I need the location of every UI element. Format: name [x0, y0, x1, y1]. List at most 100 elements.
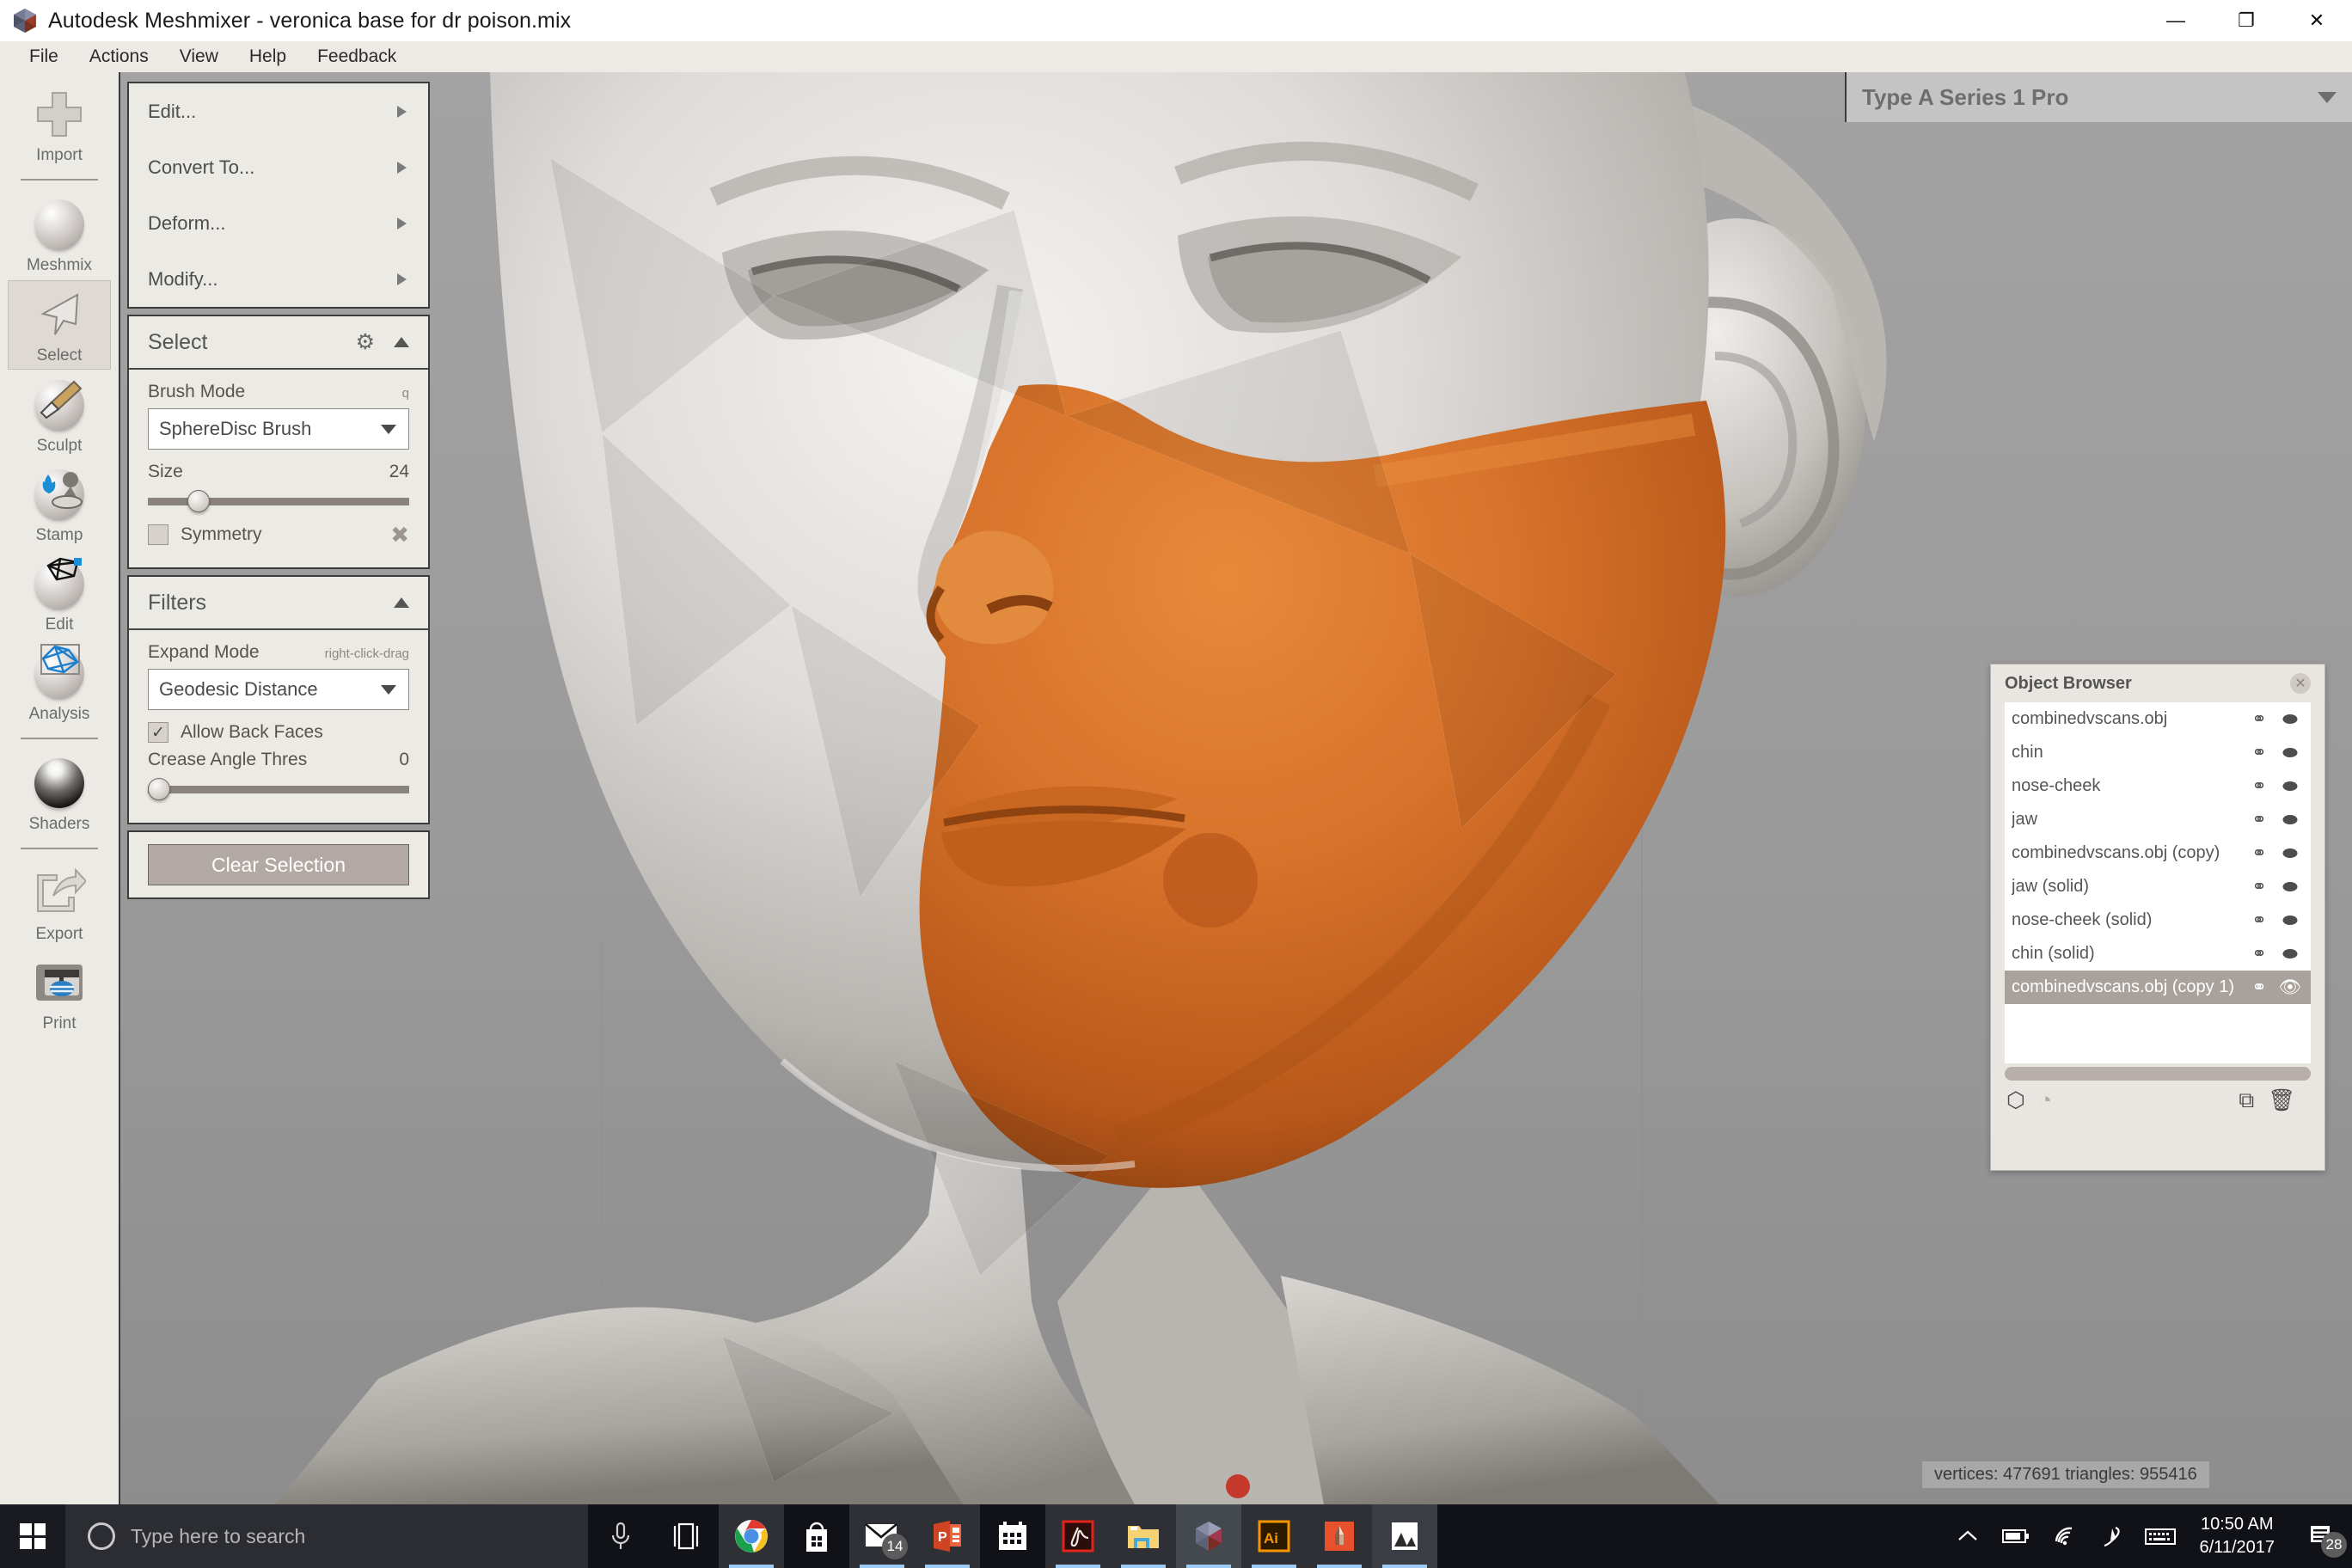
action-center-icon[interactable]: 28 [2290, 1504, 2352, 1568]
eye-closed-icon[interactable]: ⬬ [2275, 810, 2306, 830]
magnet-icon[interactable]: ⚭ [2244, 876, 2275, 897]
keyboard-icon[interactable] [2136, 1504, 2184, 1568]
brush-mode-select[interactable]: SphereDisc Brush [148, 408, 409, 450]
cube-icon[interactable]: ⬡ [2006, 1087, 2025, 1113]
object-row[interactable]: nose-cheek ⚭ ⬬ [2005, 769, 2311, 803]
eye-closed-icon[interactable]: ⬬ [2275, 944, 2306, 965]
expand-mode-select[interactable]: Geodesic Distance [148, 669, 409, 710]
symmetry-row[interactable]: Symmetry ✖ [148, 522, 409, 548]
wifi-icon[interactable] [2040, 1504, 2088, 1568]
printer-selector-bar[interactable]: Type A Series 1 Pro [1845, 72, 2352, 122]
object-row[interactable]: jaw ⚭ ⬬ [2005, 803, 2311, 836]
task-view-icon[interactable] [653, 1504, 719, 1568]
rail-item-sculpt[interactable]: Sculpt [8, 371, 111, 459]
pen-icon[interactable] [2088, 1504, 2136, 1568]
meshmixer-icon[interactable] [1176, 1504, 1241, 1568]
rail-item-shaders[interactable]: Shaders [8, 750, 111, 837]
object-row[interactable]: combinedvscans.obj (copy) ⚭ ⬬ [2005, 836, 2311, 870]
sketchable-icon[interactable] [1307, 1504, 1372, 1568]
file-explorer-icon[interactable] [1111, 1504, 1176, 1568]
eye-closed-icon[interactable]: ⬬ [2275, 709, 2306, 730]
action-convert-to[interactable]: Convert To... [129, 139, 428, 195]
microsoft-store-icon[interactable] [784, 1504, 849, 1568]
menu-view[interactable]: View [164, 43, 234, 70]
size-slider[interactable] [148, 488, 409, 514]
rail-item-export[interactable]: Export [8, 860, 111, 947]
show-hidden-icons-chevron[interactable] [1944, 1504, 1992, 1568]
object-row[interactable]: nose-cheek (solid) ⚭ ⬬ [2005, 903, 2311, 937]
object-row-selected[interactable]: combinedvscans.obj (copy 1) ⚭ 👁 [2005, 971, 2311, 1004]
rail-item-import[interactable]: Import [8, 81, 111, 168]
object-browser-scrollbar[interactable] [2005, 1067, 2311, 1081]
crease-angle-slider-knob[interactable] [148, 778, 170, 800]
close-circle-icon[interactable]: ✕ [2290, 673, 2311, 694]
restore-button[interactable]: ❐ [2211, 0, 2282, 41]
rail-item-print[interactable]: Print [8, 949, 111, 1037]
menu-help[interactable]: Help [234, 43, 302, 70]
select-section-header[interactable]: Select ⚙ [129, 316, 428, 370]
object-row[interactable]: chin ⚭ ⬬ [2005, 736, 2311, 769]
object-row[interactable]: jaw (solid) ⚭ ⬬ [2005, 870, 2311, 903]
eye-closed-icon[interactable]: ⬬ [2275, 843, 2306, 864]
mail-icon[interactable]: 14 [849, 1504, 915, 1568]
eye-closed-icon[interactable]: ⬬ [2275, 776, 2306, 797]
rail-item-stamp[interactable]: Stamp [8, 461, 111, 548]
magnet-icon[interactable]: ⚭ [2244, 809, 2275, 830]
magnet-icon[interactable]: ⚭ [2244, 775, 2275, 797]
magnet-icon[interactable]: ⚭ [2244, 977, 2275, 998]
object-browser-list[interactable]: combinedvscans.obj ⚭ ⬬ chin ⚭ ⬬ nose-che… [2005, 702, 2311, 1063]
rail-item-select[interactable]: Select [8, 280, 111, 370]
minimize-button[interactable]: — [2141, 0, 2211, 41]
acrobat-reader-icon[interactable] [1045, 1504, 1111, 1568]
chevron-down-icon[interactable] [2318, 91, 2337, 103]
crease-angle-slider[interactable] [148, 776, 409, 802]
pie-clock-icon[interactable]: ◔ [2039, 1088, 2052, 1113]
allow-back-faces-checkbox[interactable]: ✓ [148, 722, 168, 743]
rail-item-meshmix[interactable]: Meshmix [8, 191, 111, 279]
chrome-icon[interactable] [719, 1504, 784, 1568]
object-row[interactable]: chin (solid) ⚭ ⬬ [2005, 937, 2311, 971]
windows-start-icon[interactable] [0, 1504, 65, 1568]
illustrator-icon[interactable]: Ai [1241, 1504, 1307, 1568]
taskbar-clock[interactable]: 10:50 AM 6/11/2017 [2184, 1504, 2291, 1568]
rail-label-select: Select [36, 346, 83, 364]
rail-item-analysis[interactable]: Analysis [8, 640, 111, 727]
magnet-icon[interactable]: ⚭ [2244, 943, 2275, 965]
eye-open-icon[interactable]: 👁 [2275, 977, 2306, 998]
duplicate-icon[interactable]: ⧉ [2239, 1088, 2254, 1113]
clear-selection-button[interactable]: Clear Selection [148, 844, 409, 885]
eye-closed-icon[interactable]: ⬬ [2275, 910, 2306, 931]
action-edit[interactable]: Edit... [129, 83, 428, 139]
object-row[interactable]: combinedvscans.obj ⚭ ⬬ [2005, 702, 2311, 736]
microphone-icon[interactable] [588, 1504, 653, 1568]
magnet-icon[interactable]: ⚭ [2244, 842, 2275, 864]
close-button[interactable]: ✕ [2282, 0, 2352, 41]
cortana-circle-icon[interactable] [88, 1522, 115, 1550]
symmetry-checkbox[interactable] [148, 524, 168, 545]
magnet-icon[interactable]: ⚭ [2244, 708, 2275, 730]
rail-label-print: Print [42, 1014, 77, 1032]
powerpoint-icon[interactable]: P [915, 1504, 980, 1568]
size-slider-knob[interactable] [187, 490, 210, 512]
trash-icon[interactable]: 🗑 [2268, 1088, 2295, 1113]
menu-actions[interactable]: Actions [74, 43, 164, 70]
calendar-icon[interactable] [980, 1504, 1045, 1568]
action-modify[interactable]: Modify... [129, 251, 428, 307]
action-deform[interactable]: Deform... [129, 195, 428, 251]
wrench-screwdriver-icon[interactable]: ✖ [390, 522, 409, 548]
photos-icon[interactable] [1372, 1504, 1437, 1568]
magnet-icon[interactable]: ⚭ [2244, 742, 2275, 763]
menu-file[interactable]: File [14, 43, 74, 70]
rail-item-edit[interactable]: Edit [8, 550, 111, 638]
battery-icon[interactable] [1992, 1504, 2040, 1568]
search-input[interactable]: Type here to search [65, 1504, 588, 1568]
eye-closed-icon[interactable]: ⬬ [2275, 877, 2306, 897]
magnet-icon[interactable]: ⚭ [2244, 910, 2275, 931]
filters-section-header[interactable]: Filters [129, 577, 428, 630]
allow-back-faces-row[interactable]: ✓ Allow Back Faces [148, 722, 409, 743]
gear-icon[interactable]: ⚙ [356, 329, 375, 355]
eye-closed-icon[interactable]: ⬬ [2275, 743, 2306, 763]
menu-feedback[interactable]: Feedback [302, 43, 412, 70]
chevron-up-icon[interactable] [394, 337, 409, 347]
chevron-up-icon[interactable] [394, 597, 409, 608]
